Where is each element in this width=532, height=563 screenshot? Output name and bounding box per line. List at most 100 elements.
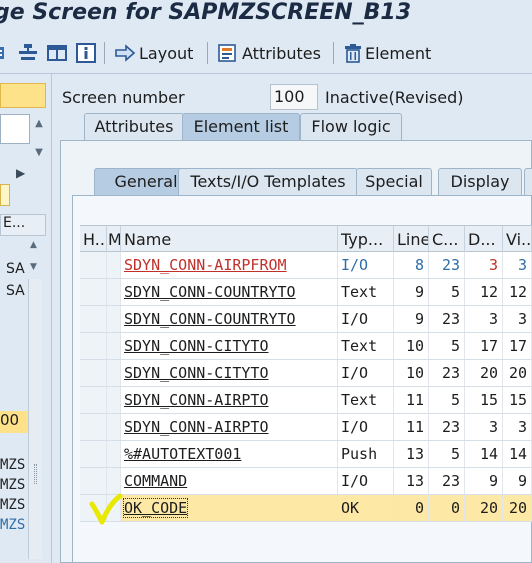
column-cell[interactable]: 23 [429,252,465,278]
element-name[interactable]: SDYN_CONN-AIRPTO [121,387,338,413]
left-selected-value[interactable]: 00 [0,411,28,433]
column-cell[interactable]: 5 [429,387,465,413]
column-cell[interactable]: 5 [429,279,465,305]
column-header-type[interactable]: Typ... [338,226,394,252]
element-name[interactable]: SDYN_CONN-CITYTO [121,360,338,386]
element-name[interactable]: SDYN_CONN-AIRPFROM [121,252,338,278]
column-cell[interactable]: 23 [429,414,465,440]
sel-h[interactable] [80,279,107,305]
sel-h[interactable] [80,360,107,386]
table-row[interactable]: SDYN_CONN-CITYTO Text 10 5 17 17 [80,333,532,360]
list-scroll-up-icon[interactable]: ▲ [30,240,37,250]
element-type[interactable]: Text [338,279,394,305]
vis-length-cell[interactable]: 3 [503,306,532,332]
sel-h[interactable] [80,441,107,467]
line-cell[interactable]: 9 [394,279,429,305]
table-view-icon[interactable] [47,42,67,64]
line-cell[interactable]: 0 [394,495,429,521]
element-name[interactable]: SDYN_CONN-COUNTRYTO [121,279,338,305]
table-row[interactable]: SDYN_CONN-COUNTRYTO I/O 9 23 3 3 [80,306,532,333]
vis-length-cell[interactable]: 3 [503,252,532,278]
table-row[interactable]: OK_CODE OK 0 0 20 20 [80,495,532,522]
left-item-mzs[interactable]: MZS [0,497,25,513]
line-cell[interactable]: 11 [394,387,429,413]
toolbar-partial-icon[interactable] [0,42,8,64]
def-length-cell[interactable]: 12 [465,279,503,305]
vis-length-cell[interactable]: 14 [503,441,532,467]
line-cell[interactable]: 9 [394,306,429,332]
element-type[interactable]: Text [338,387,394,413]
vis-length-cell[interactable]: 20 [503,495,532,521]
line-cell[interactable]: 8 [394,252,429,278]
sel-m[interactable] [107,387,121,413]
vis-length-cell[interactable]: 15 [503,387,532,413]
vis-length-cell[interactable]: 17 [503,333,532,359]
line-cell[interactable]: 10 [394,333,429,359]
line-cell[interactable]: 13 [394,441,429,467]
sel-h[interactable] [80,252,107,278]
element-name[interactable]: %#AUTOTEXT001 [121,441,338,467]
layout-button[interactable]: Layout [114,42,193,64]
def-length-cell[interactable]: 20 [465,360,503,386]
element-name[interactable]: SDYN_CONN-AIRPTO [121,414,338,440]
def-length-cell[interactable]: 9 [465,468,503,494]
def-length-cell[interactable]: 14 [465,441,503,467]
table-row[interactable]: SDYN_CONN-AIRPTO Text 11 5 15 15 [80,387,532,414]
info-icon[interactable] [76,42,96,64]
pane-splitter[interactable] [34,464,37,484]
def-length-cell[interactable]: 20 [465,495,503,521]
left-item-mzs[interactable]: MZS [0,457,25,473]
element-type[interactable]: OK [338,495,394,521]
def-length-cell[interactable]: 17 [465,333,503,359]
element-type[interactable]: I/O [338,252,394,278]
sel-h[interactable] [80,333,107,359]
element-name[interactable]: OK_CODE [121,495,338,521]
line-cell[interactable]: 13 [394,468,429,494]
object-name-field[interactable] [0,83,46,108]
element-name[interactable]: COMMAND [121,468,338,494]
left-item-mzs[interactable]: MZS [0,477,25,493]
vis-length-cell[interactable]: 20 [503,360,532,386]
table-row[interactable]: SDYN_CONN-COUNTRYTO Text 9 5 12 12 [80,279,532,306]
def-length-cell[interactable]: 15 [465,387,503,413]
sel-m[interactable] [107,306,121,332]
element-type[interactable]: I/O [338,360,394,386]
vis-length-cell[interactable]: 12 [503,279,532,305]
tab-more[interactable] [524,168,532,195]
table-row[interactable]: SDYN_CONN-CITYTO I/O 10 23 20 20 [80,360,532,387]
line-cell[interactable]: 10 [394,360,429,386]
scroll-up-icon[interactable]: ▲ [33,118,45,129]
tab-display[interactable]: Display [438,168,522,195]
folder-icon[interactable] [0,184,10,206]
element-type[interactable]: I/O [338,468,394,494]
column-header-name[interactable]: Name [121,226,338,252]
def-length-cell[interactable]: 3 [465,306,503,332]
column-cell[interactable]: 23 [429,468,465,494]
sel-m[interactable] [107,279,121,305]
table-row[interactable]: COMMAND I/O 13 23 9 9 [80,468,532,495]
sel-h[interactable] [80,414,107,440]
vis-length-cell[interactable]: 9 [503,468,532,494]
expand-arrow-icon[interactable]: ▶ [16,166,25,180]
element-type[interactable]: Push [338,441,394,467]
def-length-cell[interactable]: 3 [465,252,503,278]
column-cell[interactable]: 23 [429,306,465,332]
sel-m[interactable] [107,441,121,467]
column-header-m[interactable]: M [107,226,121,252]
column-header-line[interactable]: Line [394,226,429,252]
sel-m[interactable] [107,252,121,278]
column-cell[interactable]: 5 [429,441,465,467]
column-cell[interactable]: 5 [429,333,465,359]
sel-m[interactable] [107,414,121,440]
object-type-field[interactable] [0,114,30,144]
def-length-cell[interactable]: 3 [465,414,503,440]
screen-number-field[interactable]: 100 [270,84,318,110]
sel-m[interactable] [107,360,121,386]
element-name[interactable]: SDYN_CONN-CITYTO [121,333,338,359]
tab-flow-logic[interactable]: Flow logic [300,113,402,140]
element-type[interactable]: I/O [338,414,394,440]
list-dropdown-icon[interactable]: ▼ [30,262,37,272]
element-name[interactable]: SDYN_CONN-COUNTRYTO [121,306,338,332]
column-header-deflength[interactable]: D... [465,226,503,252]
column-cell[interactable]: 23 [429,360,465,386]
